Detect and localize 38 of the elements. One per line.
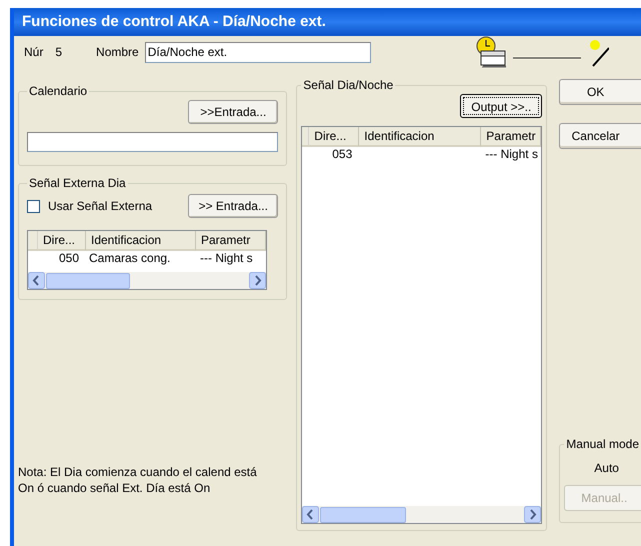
checkbox-label: Usar Señal Externa [48,198,152,215]
scroll-right-icon[interactable] [249,272,266,289]
scroll-left-icon[interactable] [302,506,320,523]
window-title: Funciones de control AKA - Día/Noche ext. [22,12,326,32]
column-header[interactable]: Parametr [481,127,542,147]
group-title: Señal Dia/Noche [302,77,394,94]
horizontal-scrollbar[interactable] [302,506,542,523]
input-button[interactable]: >> Entrada... [188,194,278,218]
group-title: Señal Externa Dia [28,175,127,192]
table-cell: 050 [58,251,79,265]
scroll-right-icon[interactable] [524,506,542,523]
group-title: Calendario [28,83,88,100]
table-cell: Camaras cong. [89,251,170,265]
output-button[interactable]: Output >>.. [460,94,542,118]
table-cell: 053 [332,147,352,161]
name-label: Nombre [96,44,139,61]
dialog-button[interactable]: Cancelar [559,123,641,149]
checkbox[interactable] [27,200,40,212]
column-header[interactable]: Parametr [196,231,266,251]
mode-status: Auto [594,461,619,475]
number-label: Núr [24,44,44,61]
column-header[interactable]: Identificacion [86,231,196,251]
table-cell: --- Night s [485,147,538,161]
group-title: Manual mode [565,436,640,453]
input-button[interactable]: >>Entrada... [188,100,278,124]
scroll-thumb[interactable] [320,506,406,522]
calendar-field[interactable] [27,132,278,152]
number-value: 5 [55,44,62,61]
column-header[interactable]: Identificacion [359,127,482,147]
scroll-left-icon[interactable] [28,272,45,289]
column-header[interactable]: Dire... [38,231,86,251]
name-field[interactable]: Día/Noche ext. [144,42,371,62]
scroll-thumb[interactable] [46,272,130,288]
table-cell: --- Night s [200,251,253,265]
dialog-button[interactable]: OK [559,79,641,105]
column-header[interactable]: Dire... [309,127,360,147]
note-text: Nota: El Dia comienza cuando el calend está On ó cuando señal Ext. Día está On [18,464,258,496]
horizontal-scrollbar[interactable] [28,272,266,289]
